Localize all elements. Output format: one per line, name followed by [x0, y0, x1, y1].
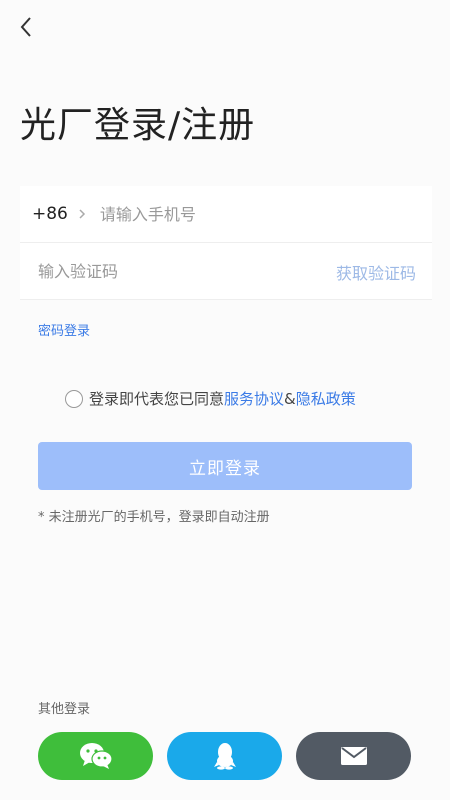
agreement-row: 登录即代表您已同意 服务协议 & 隐私政策: [65, 388, 356, 409]
verification-code-input[interactable]: [38, 261, 288, 281]
chevron-left-icon: [20, 17, 31, 37]
other-login-label: 其他登录: [38, 702, 91, 717]
qq-icon: [213, 743, 236, 770]
phone-row: +86: [20, 186, 432, 243]
page-title: 光厂登录/注册: [20, 105, 256, 146]
code-row: 获取验证码: [20, 243, 432, 300]
back-button[interactable]: [14, 14, 38, 40]
service-agreement-link[interactable]: 服务协议: [224, 388, 284, 409]
wechat-icon: [79, 743, 113, 769]
agreement-connector: &: [284, 389, 296, 408]
chevron-right-icon[interactable]: [78, 207, 88, 221]
privacy-policy-link[interactable]: 隐私政策: [296, 388, 356, 409]
mail-icon: [340, 747, 367, 765]
login-form: +86 获取验证码: [20, 186, 432, 300]
phone-input[interactable]: [99, 204, 400, 224]
qq-login-button[interactable]: [167, 732, 282, 780]
login-button[interactable]: 立即登录: [38, 442, 412, 490]
agreement-checkbox[interactable]: [65, 389, 83, 408]
wechat-login-button[interactable]: [38, 732, 153, 780]
email-login-button[interactable]: [296, 732, 411, 780]
register-note: * 未注册光厂的手机号，登录即自动注册: [38, 510, 270, 525]
password-login-link[interactable]: 密码登录: [38, 320, 90, 339]
get-code-button[interactable]: 获取验证码: [336, 243, 416, 300]
agreement-text: 登录即代表您已同意: [89, 390, 225, 408]
country-code[interactable]: +86: [32, 204, 68, 224]
